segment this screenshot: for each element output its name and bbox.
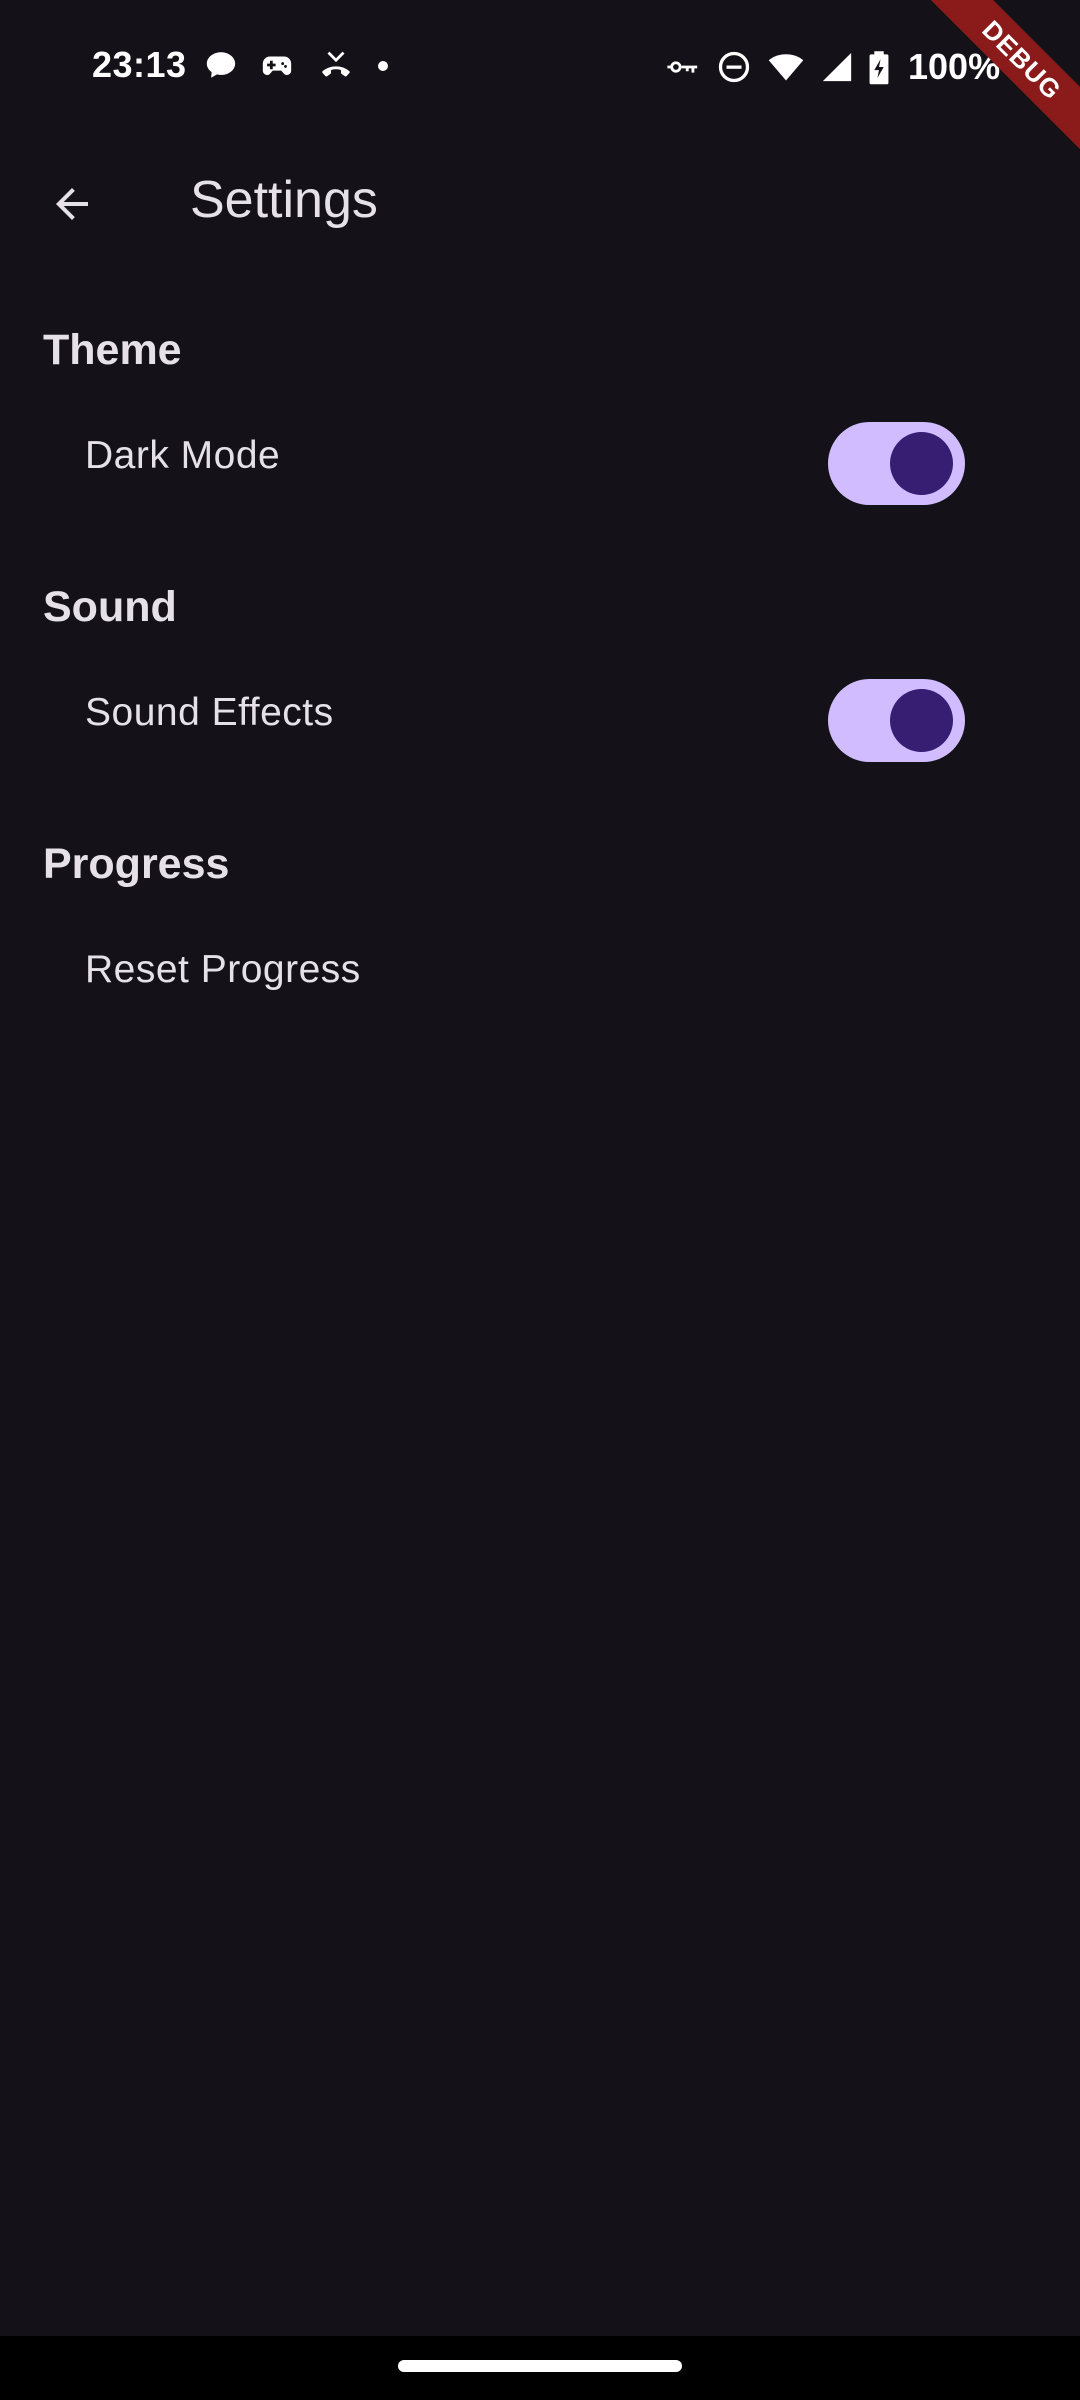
home-gesture-handle[interactable]: [398, 2360, 682, 2372]
switch-thumb: [890, 689, 953, 752]
game-controller-icon: [258, 48, 296, 82]
status-system-icons: 100%: [664, 46, 1000, 88]
arrow-back-icon: [56, 188, 88, 220]
app-bar: Settings: [0, 140, 1080, 268]
chat-bubble-icon: [204, 48, 238, 82]
switch-thumb: [890, 432, 953, 495]
vpn-key-icon: [664, 50, 702, 84]
dot-icon: [376, 48, 390, 82]
reset-progress-label: Reset Progress: [85, 948, 361, 991]
section-header-progress: Progress: [43, 840, 230, 888]
sound-effects-label: Sound Effects: [85, 691, 334, 734]
do-not-disturb-icon: [716, 49, 752, 85]
dark-mode-label: Dark Mode: [85, 434, 281, 477]
dark-mode-switch[interactable]: [828, 422, 965, 505]
status-notification-icons: [204, 48, 390, 82]
battery-percentage: 100%: [908, 46, 1001, 87]
missed-call-icon: [316, 48, 356, 82]
section-header-theme: Theme: [43, 326, 182, 374]
settings-screen: 23:13 100% DEBUG Settings Theme Dark Mod…: [0, 0, 1080, 2400]
signal-icon: [820, 50, 854, 84]
reset-progress-tile[interactable]: Reset Progress: [0, 912, 1080, 1040]
status-bar: 23:13 100%: [0, 0, 1080, 130]
page-title: Settings: [190, 171, 378, 229]
wifi-icon: [766, 49, 806, 85]
section-header-sound: Sound: [43, 583, 177, 631]
system-navigation-bar: [0, 2336, 1080, 2400]
status-time: 23:13: [92, 44, 187, 85]
dark-mode-tile[interactable]: Dark Mode: [0, 398, 1080, 526]
battery-charging-icon: [868, 48, 890, 86]
back-button[interactable]: [24, 156, 120, 252]
sound-effects-tile[interactable]: Sound Effects: [0, 655, 1080, 783]
sound-effects-switch[interactable]: [828, 679, 965, 762]
